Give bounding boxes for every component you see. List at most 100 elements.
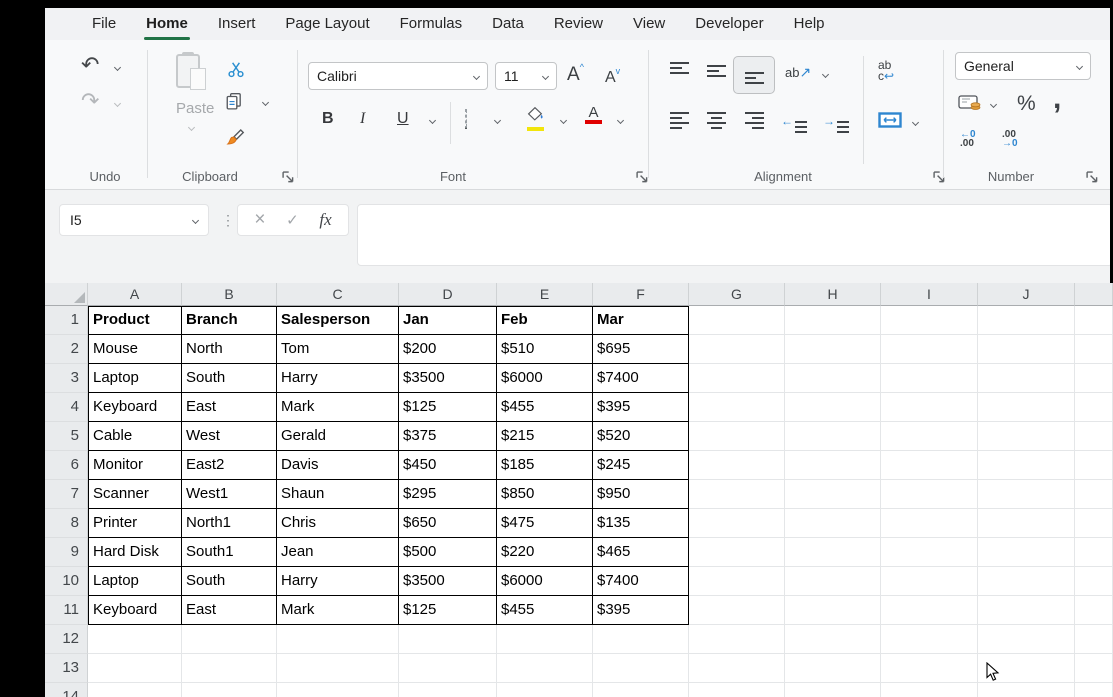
percent-style-icon[interactable]: %: [1017, 92, 1036, 116]
row-header[interactable]: 12: [45, 625, 88, 654]
top-align-icon[interactable]: [670, 62, 689, 80]
cell[interactable]: [978, 451, 1075, 480]
cell[interactable]: $7400: [593, 364, 689, 393]
row-header[interactable]: 2: [45, 335, 88, 364]
cell[interactable]: North1: [182, 509, 277, 538]
middle-align-icon[interactable]: [707, 62, 726, 80]
cell[interactable]: Davis: [277, 451, 399, 480]
cell[interactable]: [1075, 422, 1113, 451]
cell[interactable]: $395: [593, 393, 689, 422]
cell[interactable]: $950: [593, 480, 689, 509]
cell[interactable]: [593, 625, 689, 654]
cell[interactable]: Harry: [277, 567, 399, 596]
align-left-icon[interactable]: [670, 112, 689, 129]
cell[interactable]: Laptop: [88, 364, 182, 393]
column-header[interactable]: D: [399, 283, 497, 306]
cell[interactable]: [785, 683, 881, 697]
cell[interactable]: [881, 538, 978, 567]
cell[interactable]: Keyboard: [88, 596, 182, 625]
cell[interactable]: [881, 451, 978, 480]
cell[interactable]: $395: [593, 596, 689, 625]
merge-center-icon[interactable]: [878, 112, 902, 133]
cell[interactable]: West: [182, 422, 277, 451]
cell[interactable]: [978, 306, 1075, 335]
cell[interactable]: [978, 596, 1075, 625]
cell[interactable]: [785, 596, 881, 625]
cell[interactable]: West1: [182, 480, 277, 509]
column-header[interactable]: [1075, 283, 1113, 306]
cell[interactable]: [1075, 625, 1113, 654]
cell[interactable]: [785, 364, 881, 393]
cell[interactable]: [689, 306, 785, 335]
cell[interactable]: [785, 538, 881, 567]
align-right-icon[interactable]: [745, 112, 764, 129]
cell[interactable]: [881, 422, 978, 451]
cell[interactable]: $3500: [399, 364, 497, 393]
borders-icon[interactable]: [465, 109, 467, 129]
cell[interactable]: [689, 625, 785, 654]
cell[interactable]: [1075, 480, 1113, 509]
cell[interactable]: [689, 422, 785, 451]
underline-dropdown-icon[interactable]: [429, 117, 436, 124]
cell[interactable]: Printer: [88, 509, 182, 538]
cell[interactable]: [785, 625, 881, 654]
column-header[interactable]: B: [182, 283, 277, 306]
cell[interactable]: [881, 364, 978, 393]
cell[interactable]: [978, 364, 1075, 393]
cell[interactable]: [881, 596, 978, 625]
cell[interactable]: $500: [399, 538, 497, 567]
font-color-dropdown-icon[interactable]: [617, 117, 624, 124]
menu-developer[interactable]: Developer: [680, 8, 778, 40]
cell[interactable]: [881, 393, 978, 422]
cell[interactable]: [881, 567, 978, 596]
cell[interactable]: [978, 567, 1075, 596]
cell[interactable]: [497, 683, 593, 697]
increase-indent-icon[interactable]: →: [823, 112, 849, 133]
menu-data[interactable]: Data: [477, 8, 539, 40]
row-header[interactable]: 4: [45, 393, 88, 422]
cell[interactable]: North: [182, 335, 277, 364]
menu-page-layout[interactable]: Page Layout: [270, 8, 384, 40]
row-header[interactable]: 5: [45, 422, 88, 451]
orientation-dropdown-icon[interactable]: [822, 71, 829, 78]
undo-icon[interactable]: ↶: [81, 52, 99, 78]
more-options-icon[interactable]: ⋮: [221, 212, 235, 229]
cell[interactable]: [978, 683, 1075, 697]
cell[interactable]: Laptop: [88, 567, 182, 596]
cell[interactable]: Feb: [497, 306, 593, 335]
decrease-decimal-icon[interactable]: .00→0: [1002, 130, 1018, 148]
cell[interactable]: [881, 306, 978, 335]
row-header[interactable]: 7: [45, 480, 88, 509]
cell[interactable]: [978, 625, 1075, 654]
column-header[interactable]: J: [978, 283, 1075, 306]
column-header[interactable]: F: [593, 283, 689, 306]
cell[interactable]: Hard Disk: [88, 538, 182, 567]
italic-button[interactable]: I: [360, 110, 365, 128]
cell[interactable]: [88, 654, 182, 683]
bottom-align-button[interactable]: [733, 56, 775, 94]
row-header[interactable]: 3: [45, 364, 88, 393]
cell[interactable]: [1075, 567, 1113, 596]
cell[interactable]: $6000: [497, 567, 593, 596]
number-dialog-launcher-icon[interactable]: [1085, 170, 1099, 184]
name-box[interactable]: I5: [59, 204, 209, 236]
cell[interactable]: [689, 596, 785, 625]
cell[interactable]: $200: [399, 335, 497, 364]
enter-icon[interactable]: ✓: [286, 211, 299, 229]
grow-font-button[interactable]: A^: [567, 62, 584, 86]
cell[interactable]: Jan: [399, 306, 497, 335]
cell[interactable]: [1075, 451, 1113, 480]
cell[interactable]: [785, 567, 881, 596]
cell[interactable]: East2: [182, 451, 277, 480]
underline-button[interactable]: U: [397, 110, 409, 128]
cell[interactable]: [689, 509, 785, 538]
clipboard-dialog-launcher-icon[interactable]: [281, 170, 295, 184]
cell[interactable]: [978, 335, 1075, 364]
menu-review[interactable]: Review: [539, 8, 618, 40]
paste-button[interactable]: Paste: [176, 52, 210, 135]
cell[interactable]: South: [182, 364, 277, 393]
cell[interactable]: $6000: [497, 364, 593, 393]
cell[interactable]: [978, 538, 1075, 567]
accounting-dropdown-icon[interactable]: [990, 101, 997, 108]
cell[interactable]: [785, 509, 881, 538]
